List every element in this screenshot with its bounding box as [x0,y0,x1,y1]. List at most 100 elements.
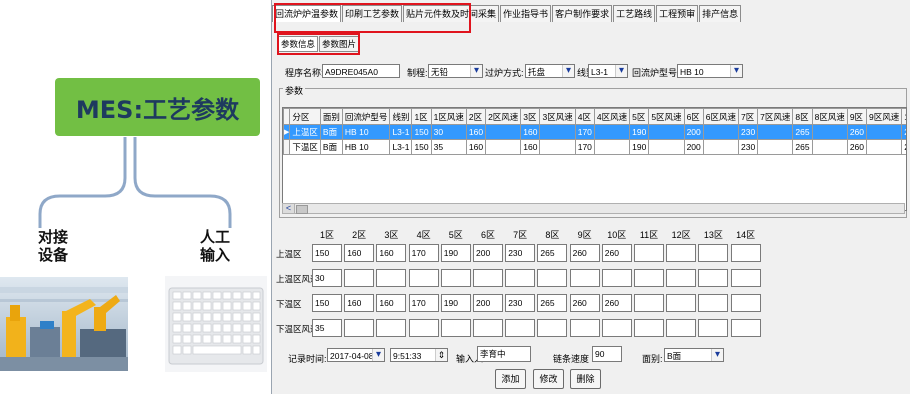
table-cell[interactable] [811,139,848,155]
zone-value-input[interactable] [698,244,729,262]
tab-4[interactable]: 客户制作要求 [552,5,613,22]
zone-value-input[interactable]: 150 [312,244,342,262]
zone-value-input[interactable]: 200 [473,294,503,312]
column-header[interactable]: 4区 [574,108,595,125]
table-cell[interactable]: 160 [520,139,541,155]
tab-3[interactable]: 作业指导书 [500,5,552,22]
column-header[interactable]: 6区 [683,108,704,125]
zone-value-input[interactable]: 260 [569,294,600,312]
record-time-spinner[interactable]: 9:51:33 [390,348,448,362]
table-cell[interactable]: 160 [465,124,487,140]
zone-value-input[interactable] [440,269,471,287]
table-cell[interactable]: 260 [846,139,868,155]
zone-value-input[interactable] [698,269,729,287]
zone-value-input[interactable] [569,269,600,287]
column-header[interactable]: 1区 [411,108,432,125]
zone-value-input[interactable]: 35 [312,319,342,337]
reflow-model-select[interactable]: HB 10 [677,64,743,78]
table-cell[interactable]: 150 [411,139,432,155]
zone-value-input[interactable]: 230 [505,294,536,312]
table-cell[interactable] [811,124,848,140]
side-select[interactable]: B面 [664,348,724,362]
zone-value-input[interactable] [344,269,375,287]
zone-value-input[interactable] [537,269,568,287]
table-cell[interactable]: 30 [430,124,467,140]
zone-value-input[interactable] [666,319,697,337]
zone-value-input[interactable] [344,319,375,337]
table-cell[interactable] [757,124,794,140]
zone-value-input[interactable] [408,269,439,287]
column-header[interactable]: 3区 [520,108,541,125]
table-cell[interactable]: 190 [629,139,650,155]
table-cell[interactable]: 265 [792,139,813,155]
grid-horizontal-scrollbar[interactable]: < [282,203,905,214]
tab-6[interactable]: 工程预审 [656,5,699,22]
zone-value-input[interactable] [730,244,761,262]
zone-value-input[interactable] [376,269,407,287]
zone-value-input[interactable]: 265 [537,294,568,312]
zone-value-input[interactable] [601,319,632,337]
zone-value-input[interactable] [634,244,664,262]
table-cell[interactable]: L3-1 [389,124,413,140]
zone-value-input[interactable]: 150 [312,294,342,312]
zone-value-input[interactable] [473,319,503,337]
table-cell[interactable]: B面 [319,139,343,155]
zone-value-input[interactable] [376,319,407,337]
tab-7[interactable]: 排产信息 [699,5,742,22]
column-header[interactable]: 8区 [792,108,813,125]
column-header[interactable]: 9区风速 [866,108,903,125]
table-cell[interactable]: 170 [574,139,595,155]
table-cell[interactable]: L3-1 [389,139,413,155]
record-date-picker[interactable]: 2017-04-08 [327,348,385,362]
table-cell[interactable] [485,139,522,155]
zone-value-input[interactable]: 160 [376,244,407,262]
zone-value-input[interactable] [505,319,536,337]
zone-value-input[interactable] [730,294,761,312]
params-grid[interactable]: 分区 面别 回流炉型号 线别 1区 1区风速 2区 2区风速 3区 3区风速 4区 4区风速 5区 5区风… [282,107,907,211]
table-cell[interactable]: HB 10 [341,139,391,155]
zone-value-input[interactable]: 160 [376,294,407,312]
table-cell[interactable] [539,124,576,140]
zone-value-input[interactable]: 190 [440,294,471,312]
column-header[interactable]: 2区 [465,108,487,125]
table-cell[interactable]: 260 [901,124,906,140]
zone-value-input[interactable]: 260 [569,244,600,262]
table-cell[interactable]: B面 [319,124,343,140]
zone-value-input[interactable]: 30 [312,269,342,287]
zone-value-input[interactable]: 230 [505,244,536,262]
column-header[interactable]: 8区风速 [811,108,848,125]
zone-value-input[interactable]: 170 [408,294,439,312]
zone-value-input[interactable] [505,269,536,287]
zone-value-input[interactable]: 160 [344,244,375,262]
zone-value-input[interactable] [634,294,664,312]
column-header[interactable]: 7区 [737,108,759,125]
table-row[interactable]: 下温区 B面 HB 10 L3-1 150 35 160 160 170 190 200 230 265… [283,139,906,155]
zone-value-input[interactable] [440,319,471,337]
table-row[interactable]: ▶ 上温区 B面 HB 10 L3-1 150 30 160 160 170 190 200 230 26… [283,124,906,140]
zone-value-input[interactable] [698,294,729,312]
column-header[interactable]: 5区风速 [648,108,685,125]
table-cell[interactable]: 170 [574,124,595,140]
table-cell[interactable]: 上温区 [289,124,321,140]
column-header[interactable]: 10区 [901,108,906,125]
table-cell[interactable]: 265 [792,124,813,140]
process-select[interactable]: 无铅 [428,64,483,78]
chain-speed-input[interactable]: 90 [592,346,622,362]
column-header[interactable]: 回流炉型号 [341,108,391,125]
zone-value-input[interactable] [666,269,697,287]
zone-value-input[interactable] [408,319,439,337]
zone-value-input[interactable]: 260 [601,244,632,262]
column-header[interactable]: 面别 [319,108,343,125]
table-cell[interactable] [757,139,794,155]
table-cell[interactable] [648,139,685,155]
zone-value-input[interactable] [666,294,697,312]
table-cell[interactable]: 160 [520,124,541,140]
zone-value-input[interactable]: 260 [601,294,632,312]
table-cell[interactable]: 200 [683,139,704,155]
add-button[interactable]: 添加 [495,369,526,389]
table-cell[interactable]: 230 [737,124,759,140]
table-cell[interactable] [539,139,576,155]
zone-value-input[interactable] [634,319,664,337]
table-cell[interactable] [593,139,631,155]
column-header[interactable]: 线别 [389,108,413,125]
